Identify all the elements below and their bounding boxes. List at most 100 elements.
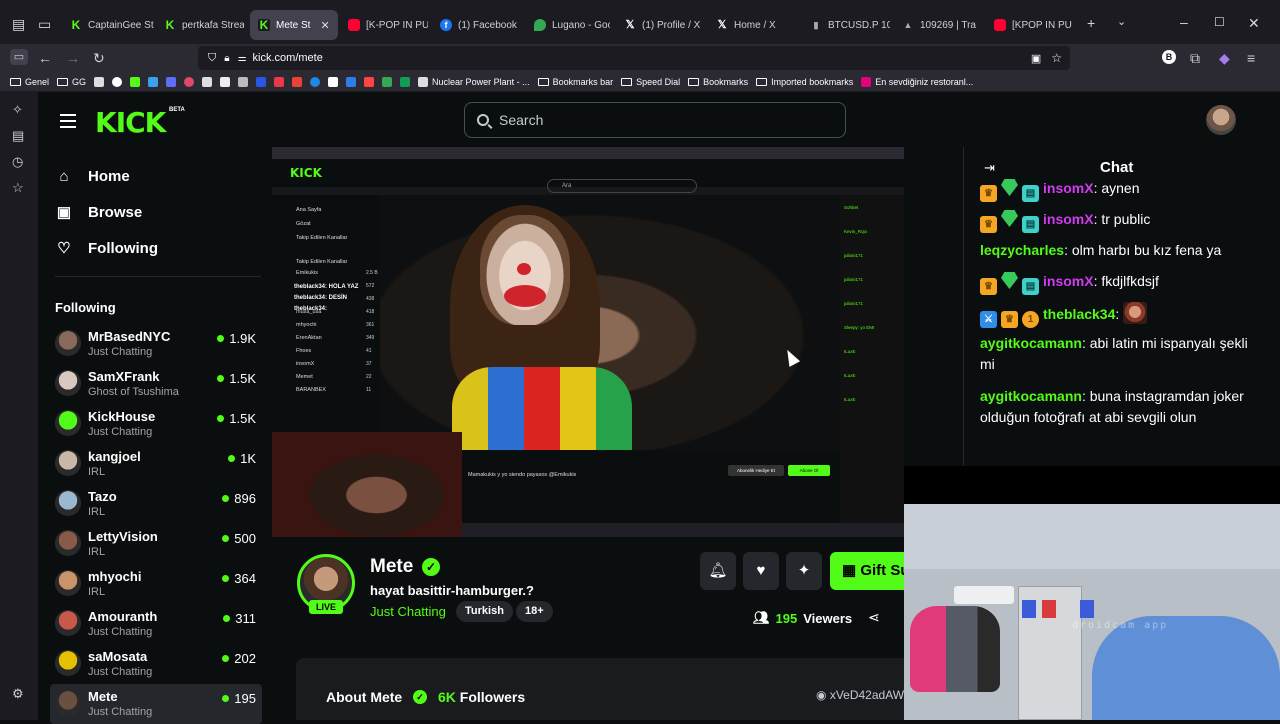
following-item[interactable]: KickHouse Just Chatting 1.5K xyxy=(50,404,262,444)
tab-mete-active[interactable]: K Mete St ✕ xyxy=(250,10,338,40)
bookmark-drive-icon[interactable] xyxy=(382,76,393,87)
following-item[interactable]: SamXFrank Ghost of Tsushima 1.5K xyxy=(50,364,262,404)
menu-hamburger-icon[interactable] xyxy=(60,114,76,132)
gift-badge-icon[interactable]: ▤ xyxy=(1022,278,1039,295)
following-item[interactable]: MrBasedNYC Just Chatting 1.9K xyxy=(50,324,262,364)
reload-icon[interactable]: ↻ xyxy=(93,50,105,67)
tab-btcusd[interactable]: ▮ BTCUSD.P 109, xyxy=(810,14,890,36)
tab-overflow-chevron-icon[interactable]: ⌄ xyxy=(1117,15,1126,28)
stream-category-link[interactable]: Just Chatting xyxy=(370,604,446,619)
bookmark-blue-icon[interactable] xyxy=(256,76,267,87)
share-icon[interactable]: ⋖ xyxy=(868,609,880,626)
bookmark-nuclear[interactable]: Nuclear Power Plant - ... xyxy=(418,76,530,87)
bookmark-folder-imported[interactable]: Imported bookmarks xyxy=(756,77,853,87)
tag-18plus[interactable]: 18+ xyxy=(516,601,553,622)
site-permissions-icon[interactable]: ⚌ xyxy=(238,53,247,64)
forward-arrow-icon[interactable]: → xyxy=(66,50,80,66)
video-player[interactable]: KICK Ara Ana Sayfa Gözat Takip Edilen Ka… xyxy=(272,147,904,537)
collapse-chat-icon[interactable]: ⇥ xyxy=(984,160,995,176)
chat-username[interactable]: aygitkocamann xyxy=(980,388,1082,404)
user-avatar[interactable] xyxy=(1206,105,1236,135)
nav-home[interactable]: ⌂ Home xyxy=(56,168,129,185)
synced-tabs-icon[interactable]: ▤ xyxy=(12,128,24,144)
sidebar-toggle-icon[interactable]: ▤ xyxy=(12,16,25,33)
following-item[interactable]: kangjoel IRL 1K xyxy=(50,444,262,484)
chat-username[interactable]: theblack34 xyxy=(1043,306,1115,322)
ai-sparkle-icon[interactable]: ✧ xyxy=(12,102,23,118)
tab-captaingee[interactable]: K CaptainGee Str xyxy=(70,14,154,36)
crown-badge-icon[interactable]: ♛ xyxy=(980,185,997,202)
bookmarks-star-icon[interactable]: ☆ xyxy=(12,180,24,196)
bookmark-kick-icon[interactable] xyxy=(130,76,141,87)
bookmark-gmail-icon[interactable] xyxy=(292,76,303,87)
bookmark-link-icon[interactable] xyxy=(346,76,357,87)
discord-link[interactable]: ◉ xVeD42adAW xyxy=(816,688,904,702)
gift-sub-button[interactable]: ▦ Gift Su xyxy=(830,552,910,590)
reader-view-icon[interactable]: ▣ xyxy=(1031,52,1041,65)
following-item[interactable]: LettyVision IRL 500 xyxy=(50,524,262,564)
profile-account-icon[interactable]: B xyxy=(1162,50,1176,64)
search-input[interactable]: Search xyxy=(464,102,846,138)
sidebar-panel-icon[interactable]: ▭ xyxy=(10,49,28,65)
bookmark-discord-icon[interactable] xyxy=(166,76,177,87)
bookmark-folder-bookmarks[interactable]: Bookmarks xyxy=(688,77,748,87)
window-close-icon[interactable]: ✕ xyxy=(1248,15,1260,32)
maximize-icon[interactable]: ☐ xyxy=(1214,15,1225,29)
nav-browse[interactable]: ▣ Browse xyxy=(56,204,142,221)
address-bar[interactable]: ⛉ 🔒︎ ⚌ kick.com/mete ▣ ☆ xyxy=(198,46,1070,70)
moderator-sword-icon[interactable]: ⚔ xyxy=(980,311,997,328)
tab-list-icon[interactable]: ▭ xyxy=(38,16,51,33)
gift-badge-icon[interactable]: ▤ xyxy=(1022,185,1039,202)
sidebar-settings-icon[interactable]: ⚙ xyxy=(12,686,24,702)
bookmark-folder-speed-dial[interactable]: Speed Dial xyxy=(621,77,680,87)
subscriber-badge-icon[interactable]: 1 xyxy=(1022,311,1039,328)
gem-badge-icon[interactable] xyxy=(1001,179,1018,196)
bookmark-chatgpt-icon[interactable] xyxy=(112,76,123,87)
bookmark-instagram-icon[interactable] xyxy=(184,76,195,87)
bookmark-x-icon[interactable] xyxy=(202,76,213,87)
channel-name[interactable]: Mete xyxy=(370,556,413,578)
minimize-icon[interactable]: – xyxy=(1180,14,1188,30)
following-item[interactable]: saMosata Just Chatting 202 xyxy=(50,644,262,684)
tab-x-home[interactable]: 𝕏 Home / X xyxy=(716,14,796,36)
bookmark-db-icon[interactable] xyxy=(94,76,105,87)
bookmark-restoran[interactable]: En sevdiğiniz restoranl... xyxy=(861,76,973,87)
chat-username[interactable]: insomX xyxy=(1043,273,1094,289)
following-item[interactable]: Mete Just Chatting 195 xyxy=(50,684,262,724)
bookmark-star-icon[interactable]: ☆ xyxy=(1051,51,1062,65)
new-tab-icon[interactable]: + xyxy=(1087,15,1095,31)
app-menu-icon[interactable]: ≡ xyxy=(1247,50,1255,66)
crown-badge-icon[interactable]: ♛ xyxy=(980,278,997,295)
clip-sparkle-button[interactable]: ✦ xyxy=(786,552,822,590)
back-arrow-icon[interactable]: ← xyxy=(38,50,52,66)
tab-x-profile[interactable]: 𝕏 (1) Profile / X xyxy=(624,14,704,36)
bookmark-m-icon[interactable] xyxy=(328,76,339,87)
lock-icon[interactable]: 🔒︎ xyxy=(224,53,229,64)
following-item[interactable]: Tazo IRL 896 xyxy=(50,484,262,524)
bookmark-play-icon[interactable] xyxy=(310,76,321,87)
tag-turkish[interactable]: Turkish xyxy=(456,601,513,622)
tab-lugano[interactable]: Lugano - Goog xyxy=(534,14,610,36)
tab-kpop[interactable]: [K-POP IN PUB xyxy=(348,14,428,36)
gem-badge-icon[interactable] xyxy=(1001,210,1018,227)
tab-109269[interactable]: ▲ 109269 | Tra xyxy=(902,14,982,36)
extensions-puzzle-icon[interactable]: ⧉ xyxy=(1190,50,1200,67)
nav-following[interactable]: ♡ Following xyxy=(56,240,158,257)
kick-logo[interactable]: KICK xyxy=(95,106,166,139)
notification-bell-button[interactable]: 🔔︎ xyxy=(700,552,736,590)
chat-username[interactable]: insomX xyxy=(1043,180,1094,196)
gift-badge-icon[interactable]: ▤ xyxy=(1022,216,1039,233)
bookmark-tradingview-icon[interactable] xyxy=(238,76,249,87)
chat-username[interactable]: aygitkocamann xyxy=(980,335,1082,351)
extension-badge-icon[interactable]: ◆ xyxy=(1219,50,1230,67)
bookmark-red-icon[interactable] xyxy=(364,76,375,87)
following-item[interactable]: Amouranth Just Chatting 311 xyxy=(50,604,262,644)
bookmark-flag-icon[interactable] xyxy=(148,76,159,87)
shield-icon[interactable]: ⛉ xyxy=(208,52,216,65)
follow-heart-button[interactable]: ♥ xyxy=(743,552,779,590)
crown-badge-icon[interactable]: ♛ xyxy=(980,216,997,233)
bookmark-sheets-icon[interactable] xyxy=(400,76,411,87)
chat-username[interactable]: leqzycharles xyxy=(980,242,1064,258)
bookmark-tt-icon[interactable] xyxy=(220,76,231,87)
bookmark-folder-bar[interactable]: Bookmarks bar xyxy=(537,77,613,87)
